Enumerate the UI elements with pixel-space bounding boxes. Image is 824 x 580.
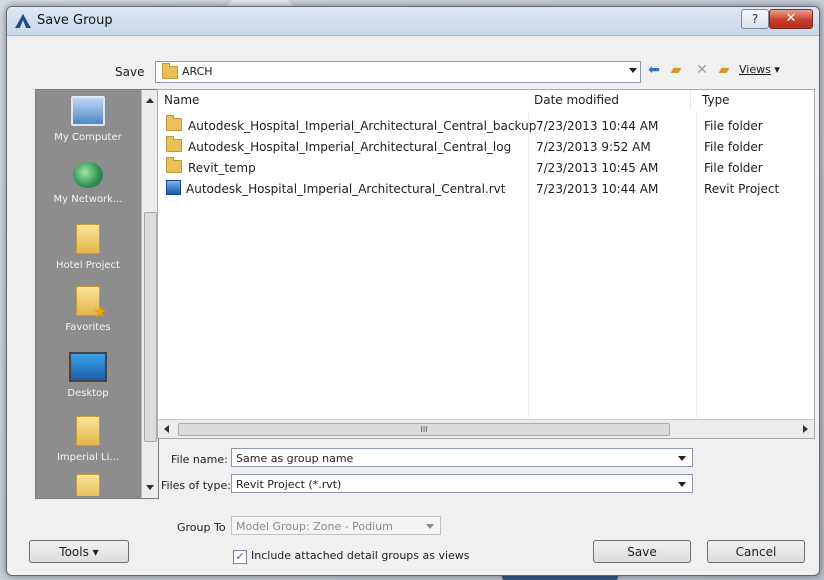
file-type-dropdown[interactable]: Revit Project (*.rvt) xyxy=(231,474,693,493)
file-type: File folder xyxy=(704,161,763,175)
places-bar: My Computer My Network... Hotel Project … xyxy=(35,89,159,499)
save-in-path: ARCH xyxy=(182,65,213,78)
tools-label: Tools xyxy=(59,545,89,559)
place-desktop[interactable]: Desktop xyxy=(36,352,140,399)
file-date: 7/23/2013 10:44 AM xyxy=(536,182,659,196)
chevron-down-icon xyxy=(678,482,686,487)
place-label: Hotel Project xyxy=(56,260,120,271)
place-my-computer[interactable]: My Computer xyxy=(36,96,140,143)
place-label: Desktop xyxy=(67,388,109,399)
folder-icon xyxy=(166,157,182,173)
views-menu-button[interactable]: Views ▾ xyxy=(739,62,795,78)
scroll-thumb[interactable] xyxy=(144,212,157,442)
file-row[interactable]: Autodesk_Hospital_Imperial_Architectural… xyxy=(158,179,814,200)
folder-icon xyxy=(162,63,178,79)
dialog-title: Save Group xyxy=(37,13,113,28)
file-name: Autodesk_Hospital_Imperial_Architectural… xyxy=(188,140,512,154)
file-name: Revit_temp xyxy=(188,161,256,175)
group-to-dropdown[interactable]: Model Group: Zone - Podium xyxy=(231,516,441,535)
save-group-dialog: Save Group ? ✕ Save ARCH ⬅ ▰ ✕ ▰ Views ▾… xyxy=(6,6,820,576)
file-date: 7/23/2013 10:44 AM xyxy=(536,119,659,133)
folder-icon xyxy=(166,115,182,131)
scroll-thumb[interactable]: III xyxy=(178,423,670,436)
close-button[interactable]: ✕ xyxy=(769,9,813,29)
cancel-label: Cancel xyxy=(735,545,777,559)
column-header-name[interactable]: Name xyxy=(158,90,529,110)
file-type-label: Files of type: xyxy=(161,479,232,492)
file-row[interactable]: Revit_temp 7/23/2013 10:45 AM File folde… xyxy=(158,157,814,179)
include-detail-groups-checkbox[interactable]: ✓ xyxy=(233,550,247,564)
scroll-grip: III xyxy=(420,425,428,434)
folder-icon xyxy=(76,474,100,496)
group-to-value: Model Group: Zone - Podium xyxy=(236,520,393,533)
column-header-label: Date modified xyxy=(534,93,620,107)
scroll-down-icon[interactable] xyxy=(146,485,154,490)
new-folder-icon[interactable]: ▰ xyxy=(715,62,733,78)
revit-app-icon xyxy=(15,14,31,28)
file-date: 7/23/2013 9:52 AM xyxy=(536,140,651,154)
revit-file-icon xyxy=(166,180,181,195)
column-header-date[interactable]: Date modified xyxy=(528,90,691,110)
up-folder-icon[interactable]: ▰ xyxy=(667,62,685,78)
include-detail-groups-label: Include attached detail groups as views xyxy=(251,549,470,562)
places-scrollbar[interactable] xyxy=(141,90,158,498)
delete-icon[interactable]: ✕ xyxy=(693,62,711,78)
place-imperial[interactable]: Imperial Li... xyxy=(36,416,140,463)
place-label: My Computer xyxy=(54,132,122,143)
place-label: Imperial Li... xyxy=(56,452,120,463)
tools-button[interactable]: Tools ▾ xyxy=(29,540,129,563)
place-partial[interactable] xyxy=(36,474,140,496)
file-name-field[interactable]: Same as group name xyxy=(231,448,693,467)
save-label: Save xyxy=(627,545,657,559)
network-icon xyxy=(73,162,103,188)
folder-icon xyxy=(76,224,100,254)
title-bar: Save Group ? ✕ xyxy=(7,7,819,36)
scroll-left-icon[interactable] xyxy=(164,425,169,433)
save-in-dropdown[interactable]: ARCH xyxy=(155,61,641,83)
column-header-label: Name xyxy=(164,93,200,107)
help-button[interactable]: ? xyxy=(741,9,769,29)
place-favorites[interactable]: Favorites xyxy=(36,286,140,333)
file-name: Autodesk_Hospital_Imperial_Architectural… xyxy=(186,182,506,196)
column-header-label: Type xyxy=(702,93,730,107)
favorites-icon xyxy=(76,286,107,321)
file-type: File folder xyxy=(704,119,763,133)
file-name-value: Same as group name xyxy=(236,452,354,465)
cancel-button[interactable]: Cancel xyxy=(707,540,805,563)
file-type-value: Revit Project (*.rvt) xyxy=(236,478,342,491)
file-row[interactable]: Autodesk_Hospital_Imperial_Architectural… xyxy=(158,115,814,137)
chevron-down-icon xyxy=(629,68,637,73)
file-name: Autodesk_Hospital_Imperial_Architectural… xyxy=(188,119,537,133)
place-label: My Network... xyxy=(53,194,123,205)
place-my-network[interactable]: My Network... xyxy=(36,162,140,205)
back-arrow-icon[interactable]: ⬅ xyxy=(645,62,663,78)
scroll-right-icon[interactable] xyxy=(803,425,808,433)
folder-icon xyxy=(166,136,182,152)
save-button[interactable]: Save xyxy=(593,540,691,563)
column-header-type[interactable]: Type xyxy=(696,90,814,110)
chevron-down-icon xyxy=(678,456,686,461)
save-in-label: Save xyxy=(115,65,145,79)
computer-icon xyxy=(71,96,105,126)
file-row[interactable]: Autodesk_Hospital_Imperial_Architectural… xyxy=(158,136,814,158)
group-to-label: Group To xyxy=(177,521,226,534)
place-label: Favorites xyxy=(65,322,111,333)
horizontal-scrollbar[interactable]: III xyxy=(158,419,814,438)
file-type: Revit Project xyxy=(704,182,780,196)
file-type: File folder xyxy=(704,140,763,154)
place-hotel-project[interactable]: Hotel Project xyxy=(36,224,140,271)
desktop-icon xyxy=(69,352,107,382)
scroll-up-icon[interactable] xyxy=(146,98,154,103)
file-date: 7/23/2013 10:45 AM xyxy=(536,161,659,175)
chevron-down-icon xyxy=(426,524,434,529)
file-list: Name Date modified Type Autodesk_Hospita… xyxy=(157,89,815,439)
views-label: Views xyxy=(739,63,771,76)
folder-icon xyxy=(76,416,100,446)
file-name-label: File name: xyxy=(171,453,228,466)
